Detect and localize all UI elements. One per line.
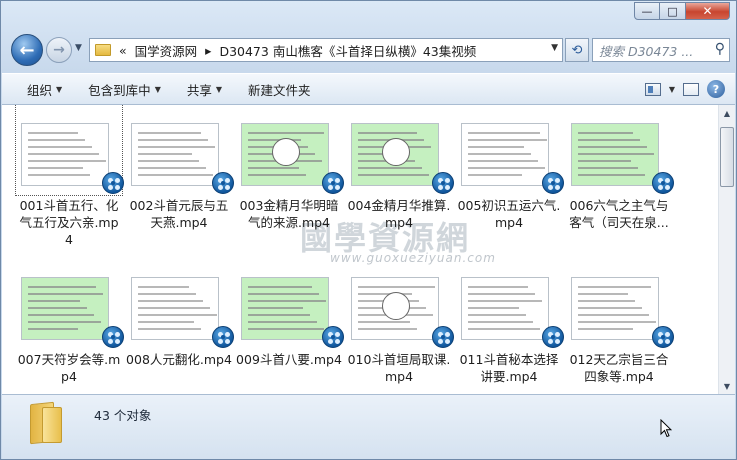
media-player-icon [432,326,454,348]
video-preview-image [241,123,329,186]
close-button[interactable]: ✕ [686,2,730,20]
new-folder-button[interactable]: 新建文件夹 [248,80,311,99]
media-player-icon [432,172,454,194]
file-name[interactable]: 012天乙宗旨三合四象等.mp4 [566,351,672,385]
media-player-icon [322,326,344,348]
toolbar-right: ▼ ? [644,80,725,98]
file-thumbnail[interactable] [126,105,234,195]
file-name[interactable]: 008人元翻化.mp4 [126,351,232,368]
video-preview-image [21,123,109,186]
refresh-icon: ⟲ [571,42,583,58]
back-button[interactable]: ← [11,34,43,66]
command-bar: 组织 ▼ 包含到库中 ▼ 共享 ▼ 新建文件夹 ▼ ? [2,73,735,105]
address-dropdown-icon[interactable]: ▼ [551,43,558,53]
minimize-button[interactable]: — [634,2,660,20]
back-arrow-icon: ← [19,39,35,61]
media-player-icon [102,326,124,348]
refresh-button[interactable]: ⟲ [565,38,589,62]
file-thumbnail[interactable] [346,259,454,349]
file-name[interactable]: 006六气之主气与客气（司天在泉... [566,197,672,231]
video-preview-image [351,277,439,340]
organize-menu[interactable]: 组织 ▼ [27,80,62,99]
file-thumbnail[interactable] [566,259,674,349]
chevron-down-icon: ▼ [215,84,223,94]
share-menu[interactable]: 共享 ▼ [187,80,222,99]
media-player-icon [212,326,234,348]
file-thumbnail[interactable] [566,105,674,195]
video-preview-image [571,277,659,340]
video-preview-image [351,123,439,186]
scroll-thumb[interactable] [720,127,734,187]
file-name[interactable]: 007天符岁会等.mp4 [16,351,122,385]
search-placeholder: 搜索 D30473 ... [599,43,694,59]
media-player-icon [652,326,674,348]
media-player-icon [102,172,124,194]
breadcrumb-item-root[interactable]: 国学资源网 [135,41,198,60]
file-thumbnail[interactable] [346,105,454,195]
search-box[interactable]: 搜索 D30473 ... ⚲ [592,38,730,62]
share-label: 共享 [186,82,212,98]
view-dropdown-icon[interactable]: ▼ [669,85,675,94]
mouse-cursor-icon [660,419,672,438]
chevron-down-icon: ▼ [56,84,63,94]
explorer-window: — □ ✕ ← → ▼ « 国学资源网 ▸ D30473 南山樵客《斗首择日纵横… [0,0,737,460]
file-name[interactable]: 010斗首垣局取课.mp4 [346,351,452,385]
media-player-icon [542,326,564,348]
organize-label: 组织 [27,82,53,98]
recent-pages-dropdown[interactable]: ▼ [75,43,82,53]
media-player-icon [542,172,564,194]
details-pane: 43 个对象 [2,394,735,459]
breadcrumb-overflow[interactable]: « [119,43,127,58]
file-list[interactable]: 國學資源網 www.guoxueziyuan.com 001斗首五行、化气五行及… [2,105,718,394]
help-icon[interactable]: ? [707,80,725,98]
video-preview-image [131,277,219,340]
folder-icon [24,401,72,445]
forward-arrow-icon: → [53,42,65,58]
vertical-scrollbar[interactable]: ▲ ▼ [718,105,735,394]
file-name[interactable]: 009斗首八要.mp4 [236,351,342,368]
file-thumbnail[interactable] [236,259,344,349]
address-bar[interactable]: « 国学资源网 ▸ D30473 南山樵客《斗首择日纵横》43集视频 ▼ [89,38,563,62]
video-preview-image [461,123,549,186]
breadcrumb-item-folder[interactable]: D30473 南山樵客《斗首择日纵横》43集视频 [219,41,476,60]
video-preview-image [571,123,659,186]
file-thumbnail[interactable] [16,259,124,349]
include-label: 包含到库中 [88,82,151,98]
new-folder-label: 新建文件夹 [248,82,311,98]
media-player-icon [212,172,234,194]
chevron-down-icon: ▼ [154,84,161,94]
breadcrumb-separator-icon[interactable]: ▸ [205,43,211,58]
preview-pane-icon[interactable] [683,82,699,96]
scroll-down-icon[interactable]: ▼ [719,378,735,394]
file-name[interactable]: 005初识五运六气.mp4 [456,197,562,231]
video-preview-image [131,123,219,186]
media-player-icon [322,172,344,194]
file-name[interactable]: 004金精月华推算.mp4 [346,197,452,231]
folder-icon [95,44,111,56]
breadcrumb: « 国学资源网 ▸ D30473 南山樵客《斗首择日纵横》43集视频 [119,41,476,60]
include-in-library-menu[interactable]: 包含到库中 ▼ [88,80,161,99]
file-name[interactable]: 001斗首五行、化气五行及六亲.mp4 [16,197,122,248]
file-name[interactable]: 011斗首秘本选择讲要.mp4 [456,351,562,385]
file-name[interactable]: 003金精月华明暗气的来源.mp4 [236,197,342,231]
video-preview-image [461,277,549,340]
navigation-bar: ← → ▼ « 国学资源网 ▸ D30473 南山樵客《斗首择日纵横》43集视频… [9,33,730,67]
caption-buttons: — □ ✕ [634,2,730,20]
file-thumbnail[interactable] [456,105,564,195]
search-icon[interactable]: ⚲ [715,41,725,57]
file-thumbnail[interactable] [456,259,564,349]
item-count: 43 个对象 [94,408,152,423]
media-player-icon [652,172,674,194]
file-thumbnail[interactable] [236,105,344,195]
file-thumbnail[interactable] [126,259,234,349]
scroll-up-icon[interactable]: ▲ [719,105,735,121]
video-preview-image [241,277,329,340]
video-preview-image [21,277,109,340]
change-view-icon[interactable] [644,82,661,96]
maximize-button[interactable]: □ [660,2,686,20]
file-name[interactable]: 002斗首元辰与五天燕.mp4 [126,197,232,231]
file-thumbnail[interactable] [15,105,124,196]
forward-button[interactable]: → [46,37,72,63]
